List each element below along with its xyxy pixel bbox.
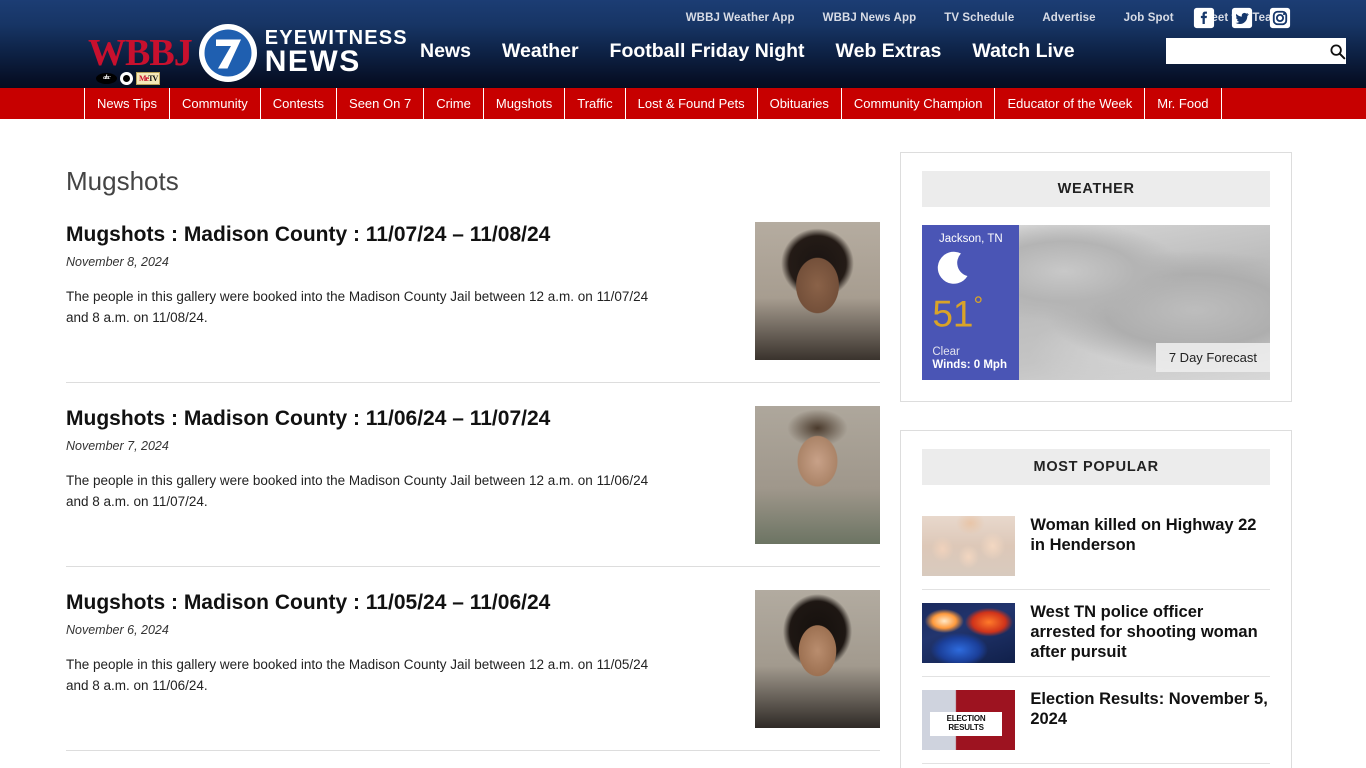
article-text: Mugshots : Madison County : 11/05/24 – 1… <box>66 590 656 697</box>
weather-wind: Winds: 0 Mph <box>932 359 1007 372</box>
most-popular-widget: MOST POPULAR Woman killed on Highway 22 … <box>900 430 1292 768</box>
page-title: Mugshots <box>66 166 179 196</box>
utility-link-job-spot[interactable]: Job Spot <box>1124 12 1174 24</box>
article-list-item: Mugshots : Madison County : 11/05/24 – 1… <box>66 590 881 751</box>
nav-link-news[interactable]: News <box>420 40 471 63</box>
section-nav-item-seen-on-7[interactable]: Seen On 7 <box>337 88 425 119</box>
section-nav-item-traffic[interactable]: Traffic <box>565 88 626 119</box>
article-text: Mugshots : Madison County : 11/06/24 – 1… <box>66 406 656 513</box>
weather-summary-panel: Jackson, TN 51° Clear Winds: 0 Mph <box>922 225 1020 380</box>
most-popular-thumbnail[interactable] <box>922 516 1016 576</box>
utility-link-news-app[interactable]: WBBJ News App <box>823 12 917 24</box>
article-title[interactable]: Mugshots : Madison County : 11/05/24 – 1… <box>66 590 656 615</box>
article-list-item: Mugshots : Madison County : 11/07/24 – 1… <box>66 222 881 383</box>
most-popular-title[interactable]: Election Results: November 5, 2024 <box>1030 690 1270 730</box>
article-title[interactable]: Mugshots : Madison County : 11/06/24 – 1… <box>66 406 656 431</box>
abc-badge: abc <box>96 73 117 84</box>
article-date: November 6, 2024 <box>66 623 169 638</box>
section-nav-item-mugshots[interactable]: Mugshots <box>484 88 566 119</box>
article-list-item: Mugshots : Madison County : 11/06/24 – 1… <box>66 406 881 567</box>
section-nav-item-obituaries[interactable]: Obituaries <box>758 88 842 119</box>
most-popular-list-item[interactable]: Woman killed on Highway 22 in Henderson <box>922 503 1270 590</box>
main-nav: News Weather Football Friday Night Web E… <box>420 40 1075 63</box>
most-popular-list-item[interactable]: West TN police officer arrested for shoo… <box>922 590 1270 677</box>
weather-temp-value: 51 <box>932 293 974 335</box>
seven-day-forecast-button[interactable]: 7 Day Forecast <box>1155 343 1270 372</box>
article-date: November 7, 2024 <box>66 439 169 454</box>
nav-link-watch-live[interactable]: Watch Live <box>972 40 1074 63</box>
most-popular-list-item[interactable]: Election Results: November 5, 2024 <box>922 677 1270 764</box>
main-content: Mugshots Mugshots : Madison County : 11/… <box>66 120 881 766</box>
article-thumbnail[interactable] <box>755 222 881 360</box>
weather-temperature: 51° <box>932 292 1019 335</box>
section-nav-item-community[interactable]: Community <box>170 88 261 119</box>
most-popular-title[interactable]: West TN police officer arrested for shoo… <box>1030 603 1270 662</box>
section-nav-item-lost-and-found-pets[interactable]: Lost & Found Pets <box>626 88 758 119</box>
search-input[interactable] <box>1166 38 1329 64</box>
page-body: Mugshots Mugshots : Madison County : 11/… <box>0 120 1366 768</box>
section-nav-item-crime[interactable]: Crime <box>424 88 484 119</box>
metv-badge: MeTV <box>136 72 161 85</box>
most-popular-thumbnail[interactable] <box>922 690 1016 750</box>
nav-link-weather[interactable]: Weather <box>502 40 579 63</box>
article-excerpt: The people in this gallery were booked i… <box>66 473 649 510</box>
social-links <box>1192 6 1292 30</box>
article-thumbnail[interactable] <box>755 406 881 544</box>
section-nav-item-news-tips[interactable]: News Tips <box>84 88 170 119</box>
weather-radar-map[interactable]: 7 Day Forecast <box>1019 225 1270 380</box>
channel-7-logo-icon <box>197 22 259 84</box>
article-date: November 8, 2024 <box>66 255 169 270</box>
article-excerpt: The people in this gallery were booked i… <box>66 657 649 694</box>
network-badges: abc MeTV <box>96 72 161 85</box>
weather-condition: Clear <box>932 346 960 359</box>
weather-city: Jackson, TN <box>938 233 1003 245</box>
utility-link-weather-app[interactable]: WBBJ Weather App <box>686 12 795 24</box>
utility-link-advertise[interactable]: Advertise <box>1042 12 1095 24</box>
logo-station-text: WBBJ <box>88 32 193 74</box>
weather-degree-symbol: ° <box>973 292 984 319</box>
news-text: NEWS <box>264 45 361 79</box>
most-popular-heading: MOST POPULAR <box>922 449 1270 485</box>
eyewitness-news-wordmark: EYEWITNESS NEWS <box>264 28 408 79</box>
section-nav: News Tips Community Contests Seen On 7 C… <box>0 88 1366 120</box>
search-button[interactable] <box>1329 38 1346 64</box>
facebook-icon[interactable] <box>1192 6 1216 30</box>
site-logo[interactable]: WBBJ abc MeTV EYEWITNESS NEWS <box>88 22 408 85</box>
weather-widget: WEATHER Jackson, TN 51° Clear Winds: 0 M… <box>900 152 1292 402</box>
sidebar: WEATHER Jackson, TN 51° Clear Winds: 0 M… <box>900 120 1292 768</box>
most-popular-list-item[interactable] <box>922 764 1270 768</box>
article-text: Mugshots : Madison County : 11/07/24 – 1… <box>66 222 656 329</box>
most-popular-title[interactable]: Woman killed on Highway 22 in Henderson <box>1030 516 1270 556</box>
nav-link-football-friday-night[interactable]: Football Friday Night <box>610 40 805 63</box>
cbs-eye-icon <box>120 72 133 85</box>
section-nav-item-mr-food[interactable]: Mr. Food <box>1145 88 1222 119</box>
article-excerpt: The people in this gallery were booked i… <box>66 289 649 326</box>
section-nav-item-community-champion[interactable]: Community Champion <box>842 88 996 119</box>
nav-link-web-extras[interactable]: Web Extras <box>836 40 942 63</box>
article-thumbnail[interactable] <box>755 590 881 728</box>
section-nav-item-educator-of-the-week[interactable]: Educator of the Week <box>995 88 1146 119</box>
site-header: WBBJ Weather App WBBJ News App TV Schedu… <box>0 0 1366 88</box>
crescent-moon-icon <box>934 251 1019 292</box>
utility-link-tv-schedule[interactable]: TV Schedule <box>944 12 1014 24</box>
twitter-icon[interactable] <box>1230 6 1254 30</box>
search-box[interactable] <box>1166 38 1346 64</box>
section-nav-item-contests[interactable]: Contests <box>261 88 338 119</box>
logo-wbbj-wordmark: WBBJ abc MeTV <box>88 32 193 85</box>
weather-widget-heading: WEATHER <box>922 171 1270 207</box>
search-icon <box>1330 43 1346 59</box>
article-title[interactable]: Mugshots : Madison County : 11/07/24 – 1… <box>66 222 656 247</box>
instagram-icon[interactable] <box>1268 6 1292 30</box>
most-popular-thumbnail[interactable] <box>922 603 1016 663</box>
weather-current-conditions[interactable]: Jackson, TN 51° Clear Winds: 0 Mph 7 Day… <box>922 225 1270 380</box>
